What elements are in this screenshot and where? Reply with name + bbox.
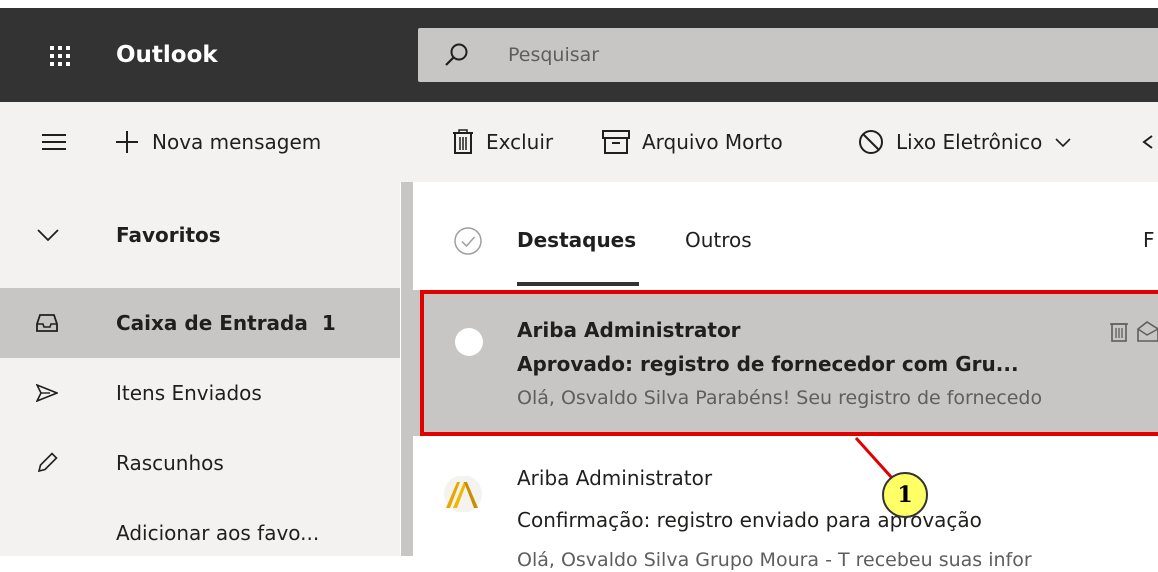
folder-pane: Favoritos Caixa de Entrada 1 Itens Envia… [0, 182, 400, 556]
sidebar-item-label: Adicionar aos favo... [116, 521, 320, 545]
archive-icon [602, 130, 630, 154]
inbox-icon [36, 288, 58, 358]
sidebar-item-add-favorite[interactable]: Adicionar aos favo... [0, 498, 400, 568]
filter-button[interactable]: F [1143, 228, 1155, 252]
new-message-label: Nova mensagem [152, 130, 322, 154]
search-input[interactable]: Pesquisar [418, 28, 1158, 82]
tab-focused[interactable]: Destaques [517, 228, 636, 252]
junk-button[interactable]: Lixo Eletrônico [858, 102, 1072, 182]
archive-button[interactable]: Arquivo Morto [602, 102, 783, 182]
send-icon [36, 358, 58, 428]
ariba-logo-icon [444, 476, 482, 512]
select-all-checkbox-icon[interactable] [453, 226, 483, 256]
highlight-box [420, 290, 1158, 436]
message-item[interactable]: Ariba Administrator Confirmação: registr… [413, 436, 1158, 571]
new-message-button[interactable]: Nova mensagem [114, 102, 321, 182]
tab-other[interactable]: Outros [685, 228, 752, 252]
hamburger-icon [42, 134, 66, 150]
app-launcher-icon[interactable] [50, 46, 70, 66]
inbox-tabs: Destaques Outros F [413, 182, 1158, 288]
delete-label: Excluir [486, 130, 554, 154]
archive-label: Arquivo Morto [642, 130, 783, 154]
search-icon [445, 43, 468, 66]
unread-count-badge: 1 [321, 311, 336, 335]
reply-button[interactable] [1140, 102, 1158, 182]
sidebar-item-label: Rascunhos [116, 451, 224, 475]
sidebar-item-sent[interactable]: Itens Enviados [0, 358, 400, 428]
sidebar-item-drafts[interactable]: Rascunhos [0, 428, 400, 498]
message-preview: Olá, Osvaldo Silva Grupo Moura - T receb… [517, 549, 1032, 571]
favorites-label: Favoritos [116, 223, 221, 247]
command-bar: Nova mensagem Excluir Arquivo Morto Lixo… [0, 102, 1158, 182]
active-tab-indicator [517, 282, 639, 286]
sidebar-item-label: Itens Enviados [116, 381, 262, 405]
callout-badge: 1 [882, 472, 928, 518]
app-header: Outlook Pesquisar [0, 8, 1158, 102]
sidebar-item-label: Caixa de Entrada 1 [116, 311, 336, 335]
top-margin [0, 0, 1158, 8]
delete-button[interactable]: Excluir [452, 102, 553, 182]
pencil-icon [36, 428, 58, 498]
block-icon [859, 130, 883, 154]
chevron-down-icon [36, 182, 60, 288]
search-placeholder: Pesquisar [508, 44, 600, 66]
favorites-header[interactable]: Favoritos [0, 182, 400, 288]
sidebar-item-inbox[interactable]: Caixa de Entrada 1 [0, 288, 400, 358]
reply-icon [1142, 135, 1153, 149]
folder-pane-scrollbar[interactable] [401, 182, 413, 556]
trash-icon [453, 129, 473, 154]
plus-icon [116, 131, 138, 153]
app-title[interactable]: Outlook [116, 41, 218, 69]
message-sender: Ariba Administrator [517, 466, 713, 490]
hamburger-menu-button[interactable] [40, 102, 68, 182]
chevron-down-icon [1055, 138, 1071, 148]
junk-label: Lixo Eletrônico [896, 130, 1043, 154]
